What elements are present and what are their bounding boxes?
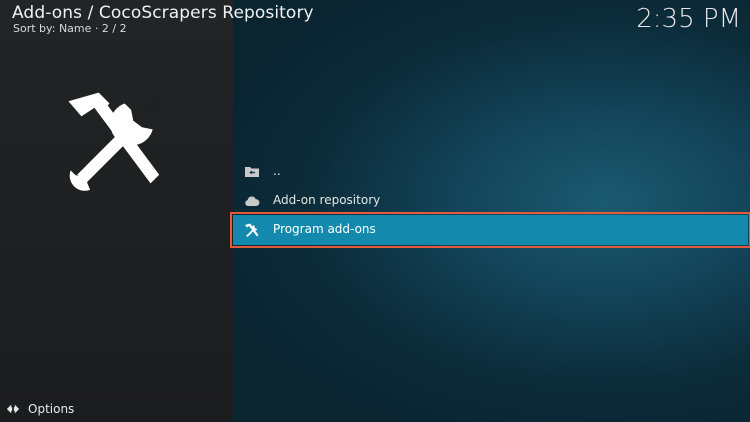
- options-arrows-icon: [6, 404, 20, 414]
- left-info-pane: [0, 0, 233, 422]
- folder-back-icon: [245, 167, 259, 177]
- tools-icon: [245, 223, 259, 237]
- list-item-label: Add-on repository: [273, 193, 381, 207]
- tools-icon: [68, 92, 164, 191]
- list-item-program-addons[interactable]: Program add-ons: [230, 212, 750, 248]
- kodi-screen: Add-ons / CocoScrapers Repository Sort b…: [0, 0, 750, 422]
- sort-info: Sort by: Name · 2 / 2: [13, 22, 127, 35]
- options-button[interactable]: Options: [6, 402, 74, 416]
- list-item-parent[interactable]: ..: [233, 157, 748, 187]
- list-item-addon-repository[interactable]: Add-on repository: [233, 186, 748, 216]
- cloud-icon: [245, 196, 260, 206]
- options-label: Options: [28, 402, 75, 416]
- page-title: Add-ons / CocoScrapers Repository: [12, 3, 314, 23]
- list-item-label: Program add-ons: [273, 222, 376, 236]
- clock: 2:35 PM: [636, 4, 741, 34]
- list-item-label: ..: [273, 164, 281, 178]
